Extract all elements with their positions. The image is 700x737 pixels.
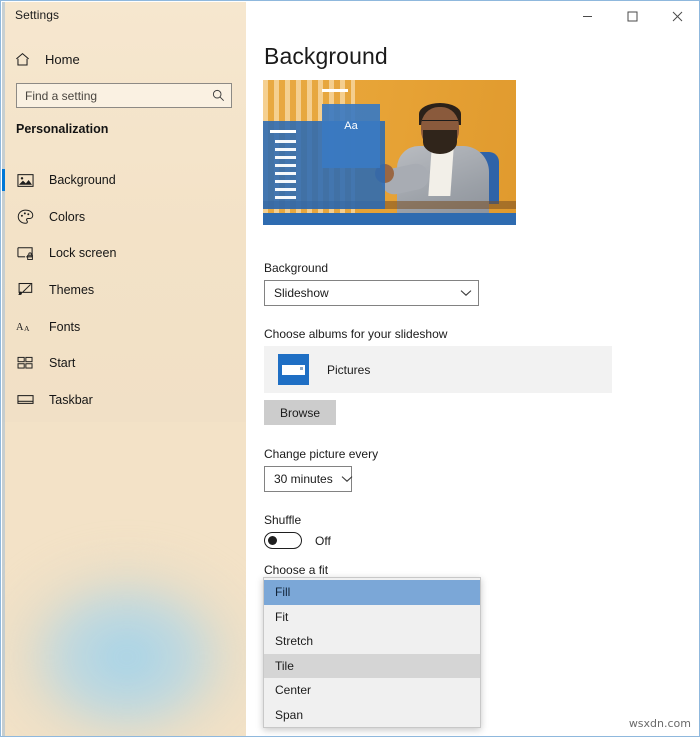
fit-option-fit[interactable]: Fit [264, 605, 480, 630]
palette-icon [16, 208, 34, 226]
fit-option-center[interactable]: Center [264, 678, 480, 703]
preview-subwindow [322, 104, 380, 168]
preview-window-list-row [275, 196, 296, 199]
sidebar-item-lock-screen[interactable]: Lock screen [2, 235, 246, 272]
search-icon[interactable] [212, 89, 225, 102]
sidebar-item-home[interactable]: Home [14, 46, 234, 72]
sidebar-item-themes[interactable]: Themes [2, 272, 246, 309]
lock-screen-icon [16, 244, 34, 262]
watermark: wsxdn.com [628, 717, 691, 730]
background-dropdown[interactable]: Slideshow [264, 280, 479, 306]
sidebar-item-taskbar-label: Taskbar [49, 392, 93, 407]
preview-window-list-row [275, 172, 296, 175]
settings-window: Settings Home Find a setting Personaliza… [0, 0, 700, 737]
fit-label: Choose a fit [264, 563, 329, 577]
preview-window-list-row [275, 148, 296, 151]
folder-icon-dot [300, 367, 303, 370]
maximize-button[interactable] [610, 1, 655, 31]
sidebar: Home Personalization [2, 2, 246, 736]
preview-window-list-row [275, 164, 296, 167]
background-label: Background [264, 261, 329, 275]
sidebar-item-taskbar[interactable]: Taskbar [2, 382, 246, 419]
preview-person-glasses [422, 120, 458, 127]
albums-label: Choose albums for your slideshow [264, 327, 448, 341]
fit-option-span[interactable]: Span [264, 703, 480, 728]
close-icon [672, 11, 683, 21]
close-button[interactable] [655, 1, 699, 31]
chevron-down-icon [341, 475, 353, 483]
preview-taskbar [263, 213, 516, 225]
search-input[interactable] [25, 88, 212, 103]
fit-option-fill[interactable]: Fill [264, 580, 480, 605]
browse-button[interactable]: Browse [264, 400, 336, 425]
sidebar-category-title: Personalization [16, 122, 109, 136]
shuffle-label: Shuffle [264, 513, 302, 527]
window-title: Settings [15, 8, 60, 22]
interval-label: Change picture every [264, 447, 379, 461]
preview-window-list-row [275, 180, 296, 183]
preview-window-list-row [275, 156, 296, 159]
minimize-icon [583, 15, 592, 17]
shuffle-toggle[interactable] [264, 532, 302, 549]
shuffle-toggle-knob [268, 536, 277, 545]
preview-window-title-bar [270, 130, 296, 133]
preview-window-list-row [275, 140, 296, 143]
sidebar-item-background-label: Background [49, 173, 116, 188]
sidebar-item-colors[interactable]: Colors [2, 199, 246, 236]
minimize-button[interactable] [565, 1, 610, 31]
sidebar-item-start-label: Start [49, 356, 76, 371]
brush-icon [16, 281, 34, 299]
taskbar-icon [16, 391, 34, 409]
title-bar[interactable]: Settings [1, 1, 699, 31]
shuffle-toggle-row: Off [264, 532, 331, 549]
fonts-icon: A A [16, 318, 34, 336]
fit-option-tile[interactable]: Tile [264, 653, 480, 678]
background-dropdown-value: Slideshow [274, 286, 329, 300]
start-grid-icon [16, 354, 34, 372]
maximize-icon [627, 11, 638, 21]
sidebar-acrylic-glow [2, 542, 246, 736]
svg-text:A: A [16, 322, 24, 333]
sidebar-item-fonts[interactable]: A A Fonts [2, 308, 246, 345]
preview-aa-label: Aa [344, 120, 358, 132]
sidebar-item-start[interactable]: Start [2, 345, 246, 382]
picture-icon [16, 171, 34, 189]
preview-person-beard [423, 130, 457, 154]
fit-option-stretch[interactable]: Stretch [264, 629, 480, 654]
folder-icon [278, 354, 309, 385]
fit-dropdown-list[interactable]: Fill Fit Stretch Tile Center Span [263, 577, 481, 728]
interval-dropdown[interactable]: 30 minutes [264, 466, 353, 492]
sidebar-item-lock-screen-label: Lock screen [49, 246, 117, 261]
svg-text:A: A [24, 324, 30, 333]
search-box[interactable] [16, 83, 232, 108]
preview-person-shirt [428, 148, 454, 196]
sidebar-item-home-label: Home [45, 51, 80, 67]
sidebar-nav-list: Background Colors Lock screen Themes A A… [2, 162, 246, 418]
page-title: Background [264, 43, 388, 69]
sidebar-item-colors-label: Colors [49, 209, 86, 224]
preview-window-list-row [275, 188, 296, 191]
sidebar-item-background[interactable]: Background [2, 162, 246, 199]
sidebar-item-themes-label: Themes [49, 283, 95, 298]
home-icon [16, 52, 29, 65]
shuffle-toggle-state: Off [315, 533, 331, 548]
album-name: Pictures [327, 362, 371, 377]
chevron-down-icon [460, 289, 472, 297]
interval-dropdown-value: 30 minutes [274, 472, 333, 486]
preview-subwindow-title-bar [322, 89, 348, 92]
album-list-item[interactable]: Pictures [264, 346, 612, 393]
desktop-preview: Aa [263, 80, 516, 225]
sidebar-item-fonts-label: Fonts [49, 319, 81, 334]
